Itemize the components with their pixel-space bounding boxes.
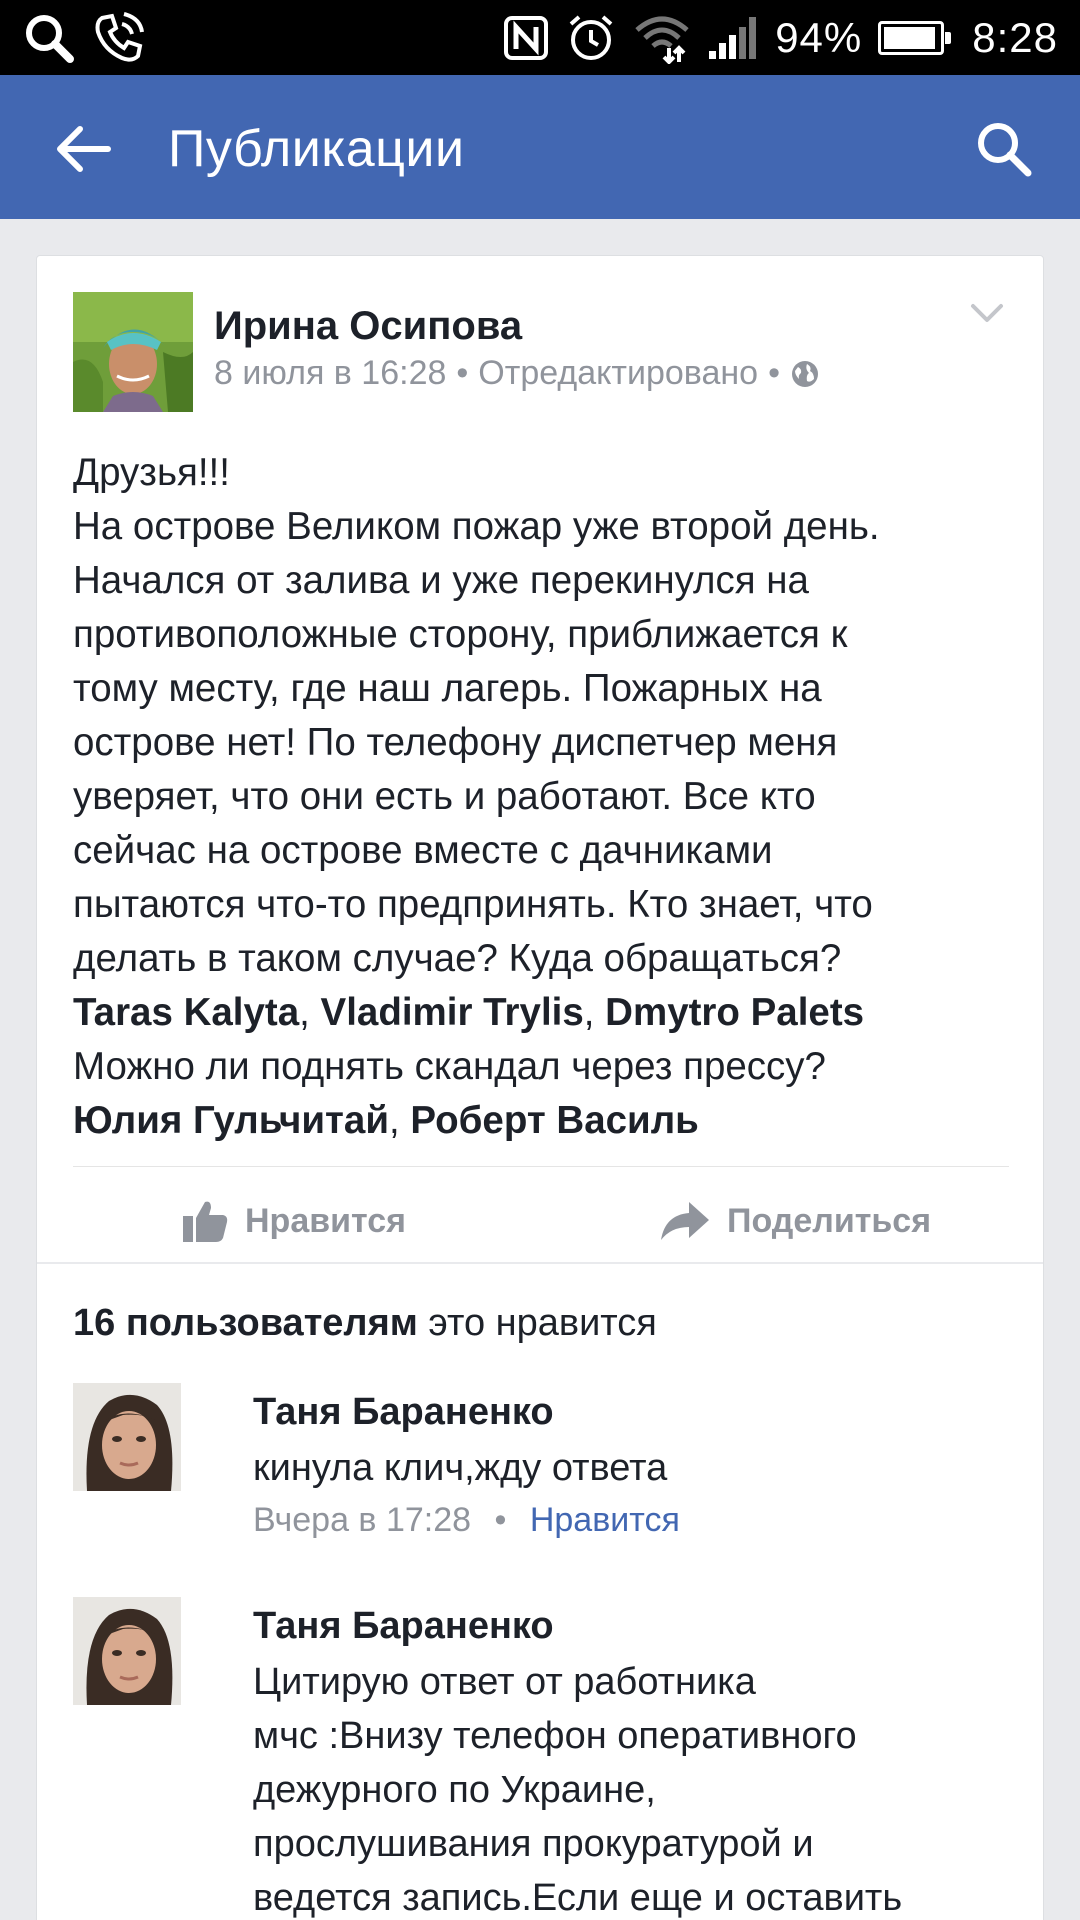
post-text-line: пытаются что-то предпринять. Кто знает, … [73, 883, 873, 926]
back-button[interactable] [52, 117, 116, 181]
post-text-line: противоположные сторону, приближается к [73, 613, 848, 656]
post-date[interactable]: 8 июля в 16:28 [214, 354, 446, 393]
avatar-photo [73, 1383, 181, 1491]
post-text-line: острове нет! По телефону диспетчер меня [73, 721, 838, 764]
divider [37, 1262, 1043, 1264]
share-arrow-icon [661, 1202, 709, 1240]
comment-author[interactable]: Таня Бараненко [253, 1391, 554, 1434]
post-text-line: тому месту, где наш лагерь. Пожарных на [73, 667, 822, 710]
chevron-down-icon[interactable] [967, 298, 1007, 328]
comment-like-link[interactable]: Нравится [530, 1501, 680, 1539]
meta-separator: • [768, 354, 780, 392]
likes-summary[interactable]: 16 пользователям это нравится [73, 1302, 657, 1345]
comment-time[interactable]: Вчера в 17:28 [253, 1501, 471, 1539]
search-button[interactable] [972, 117, 1036, 181]
tag-separator: , [389, 1099, 411, 1142]
page-title: Публикации [168, 120, 465, 178]
meta-separator: • [494, 1501, 507, 1539]
battery-level-fill [884, 26, 935, 49]
nfc-icon [504, 15, 549, 60]
post-text-line: уверяет, что они есть и работают. Все кт… [73, 775, 816, 818]
phone-wifi-icon [95, 12, 144, 62]
divider [73, 1166, 1009, 1167]
post-text-line: На острове Великом пожар уже второй день… [73, 505, 880, 548]
tag-separator: , [583, 991, 606, 1034]
post-text-line: Начался от залива и уже перекинулся на [73, 559, 809, 602]
edited-label[interactable]: Отредактировано [478, 354, 758, 393]
meta-separator: • [456, 354, 469, 392]
comment-text-line: прослушивания прокуратурой и [253, 1823, 814, 1865]
comment-author[interactable]: Таня Бараненко [253, 1605, 554, 1648]
search-icon [26, 15, 74, 63]
post-author-avatar[interactable] [73, 292, 193, 412]
post-text-line: делать в таком случае? Куда обращаться? [73, 937, 842, 980]
thumbs-up-icon [183, 1201, 228, 1242]
comment: Таня Бараненко кинула клич,жду ответа Вч… [73, 1383, 1013, 1553]
comment-text-line: кинула клич,жду ответа [253, 1447, 668, 1489]
tagged-user-link[interactable]: Роберт Василь [410, 1099, 698, 1142]
likes-count: 16 пользователям [73, 1302, 418, 1344]
comment-text: кинула клич,жду ответа [253, 1441, 1013, 1495]
post-text-line: Друзья!!! [73, 451, 230, 494]
tagged-user-link[interactable]: Vladimir Trylis [321, 991, 584, 1034]
post-author-name[interactable]: Ирина Осипова [214, 304, 522, 349]
post-meta: 8 июля в 16:28 • Отредактировано • [214, 354, 820, 393]
signal-icon [709, 16, 757, 59]
comment-avatar[interactable] [73, 1383, 181, 1491]
battery-icon [878, 20, 952, 55]
back-arrow-icon [57, 126, 111, 172]
tag-line: Юлия Гульчитай, Роберт Василь [73, 1094, 1013, 1148]
post-actions: Нравится Поделиться [37, 1171, 1043, 1271]
tag-separator: , [299, 991, 321, 1034]
comment-meta: Вчера в 17:28 • Нравится [253, 1501, 680, 1540]
clock: 8:28 [972, 13, 1058, 61]
comment-text-line: Цитирую ответ от работника [253, 1661, 756, 1703]
avatar-photo [73, 1597, 181, 1705]
avatar-photo [73, 292, 193, 412]
comment-avatar[interactable] [73, 1597, 181, 1705]
post-text-line: сейчас на острове вместе с дачниками [73, 829, 773, 872]
share-label: Поделиться [727, 1201, 932, 1240]
post-card: Ирина Осипова 8 июля в 16:28 • Отредакти… [36, 255, 1044, 1920]
tagged-user-link[interactable]: Taras Kalyta [73, 991, 299, 1034]
likes-rest: это нравится [417, 1302, 657, 1344]
like-label: Нравится [245, 1201, 406, 1240]
wifi-icon [635, 16, 689, 64]
status-bar: 94% 8:28 [0, 0, 1080, 75]
tag-line: Taras Kalyta, Vladimir Trylis, Dmytro Pa… [73, 986, 1013, 1040]
comment-text-line: мчс :Внизу телефон оперативного [253, 1715, 857, 1757]
comment-text-line: ведется запись.Если еще и оставить [253, 1877, 903, 1919]
comment-text: Цитирую ответ от работника мчс :Внизу те… [253, 1655, 1013, 1920]
alarm-icon [569, 14, 613, 60]
share-button[interactable]: Поделиться [659, 1171, 931, 1271]
app-bar: Публикации [0, 75, 1080, 219]
post-text-line: Можно ли поднять скандал через прессу? [73, 1045, 826, 1088]
comment: Таня Бараненко Цитирую ответ от работник… [73, 1597, 1013, 1920]
post-text: Друзья!!! На острове Великом пожар уже в… [73, 446, 1013, 1148]
comment-text-line: дежурного по Украине, [253, 1769, 656, 1811]
tagged-user-link[interactable]: Юлия Гульчитай [73, 1099, 389, 1142]
like-button[interactable]: Нравится [181, 1171, 406, 1271]
globe-icon [791, 360, 818, 387]
tagged-user-link[interactable]: Dmytro Palets [605, 991, 864, 1034]
search-icon [978, 123, 1032, 177]
battery-percent: 94% [775, 13, 863, 61]
